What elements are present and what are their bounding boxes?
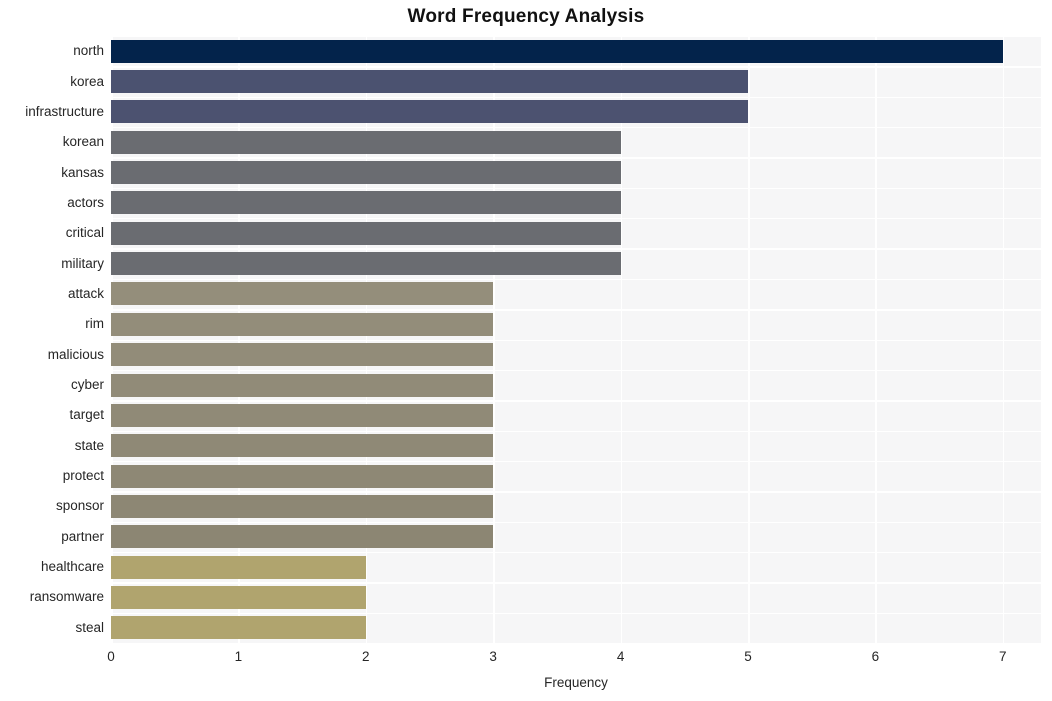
bar (111, 373, 494, 397)
y-tick-label: attack (67, 285, 104, 301)
y-tick-label: cyber (70, 377, 104, 393)
bar (111, 282, 494, 306)
x-tick-label: 1 (234, 649, 243, 664)
y-axis-tick-labels: north korea infrastructure korean kansas acto… (0, 36, 104, 643)
y-tick-label: actors (67, 194, 104, 210)
y-tick-label: malicious (47, 346, 104, 362)
x-tick-label: 4 (616, 649, 625, 664)
bar (111, 161, 621, 185)
y-tick-label: critical (65, 225, 104, 241)
bar (111, 434, 494, 458)
x-tick-label: 7 (999, 649, 1007, 664)
bar (111, 403, 494, 427)
bar (111, 312, 494, 336)
bar (111, 70, 748, 94)
bar (111, 525, 494, 549)
y-tick-label: infrastructure (25, 103, 104, 119)
bar (111, 39, 1003, 63)
x-axis-title: Frequency (544, 675, 608, 690)
x-tick-label: 0 (107, 649, 115, 664)
bar (111, 191, 621, 215)
y-tick-label: korean (62, 134, 104, 150)
x-tick-label: 3 (489, 649, 497, 664)
plot-area (111, 36, 1041, 645)
bar (111, 130, 621, 154)
bar (111, 555, 366, 579)
chart-title: Word Frequency Analysis (407, 6, 645, 27)
y-tick-label: sponsor (55, 498, 104, 514)
horizontal-gridline (111, 643, 1041, 645)
y-tick-label: kansas (61, 164, 104, 180)
bar (111, 494, 494, 518)
bar (111, 343, 494, 367)
x-tick-label: 5 (744, 649, 752, 664)
y-tick-label: rim (85, 316, 104, 332)
y-tick-label: healthcare (40, 559, 104, 575)
y-tick-label: partner (61, 528, 104, 544)
y-tick-label: north (73, 43, 104, 59)
y-tick-label: target (69, 407, 104, 423)
y-tick-label: ransomware (29, 589, 104, 605)
bar (111, 252, 621, 276)
x-tick-label: 2 (362, 649, 370, 664)
bar (111, 464, 494, 488)
y-tick-label: state (74, 437, 104, 453)
x-tick-label: 6 (871, 649, 880, 664)
word-frequency-chart: Word Frequency Analysis north korea infras… (0, 0, 1052, 701)
bar (111, 585, 366, 609)
x-axis-tick-labels: 0 1 2 3 4 5 6 7 (0, 649, 1052, 671)
bar (111, 100, 748, 124)
y-tick-label: military (61, 255, 104, 271)
bar (111, 616, 366, 640)
y-tick-label: protect (62, 468, 104, 484)
y-tick-label: steal (75, 619, 104, 635)
y-tick-label: korea (70, 73, 104, 89)
bar (111, 221, 621, 245)
bars-layer (111, 36, 1041, 643)
